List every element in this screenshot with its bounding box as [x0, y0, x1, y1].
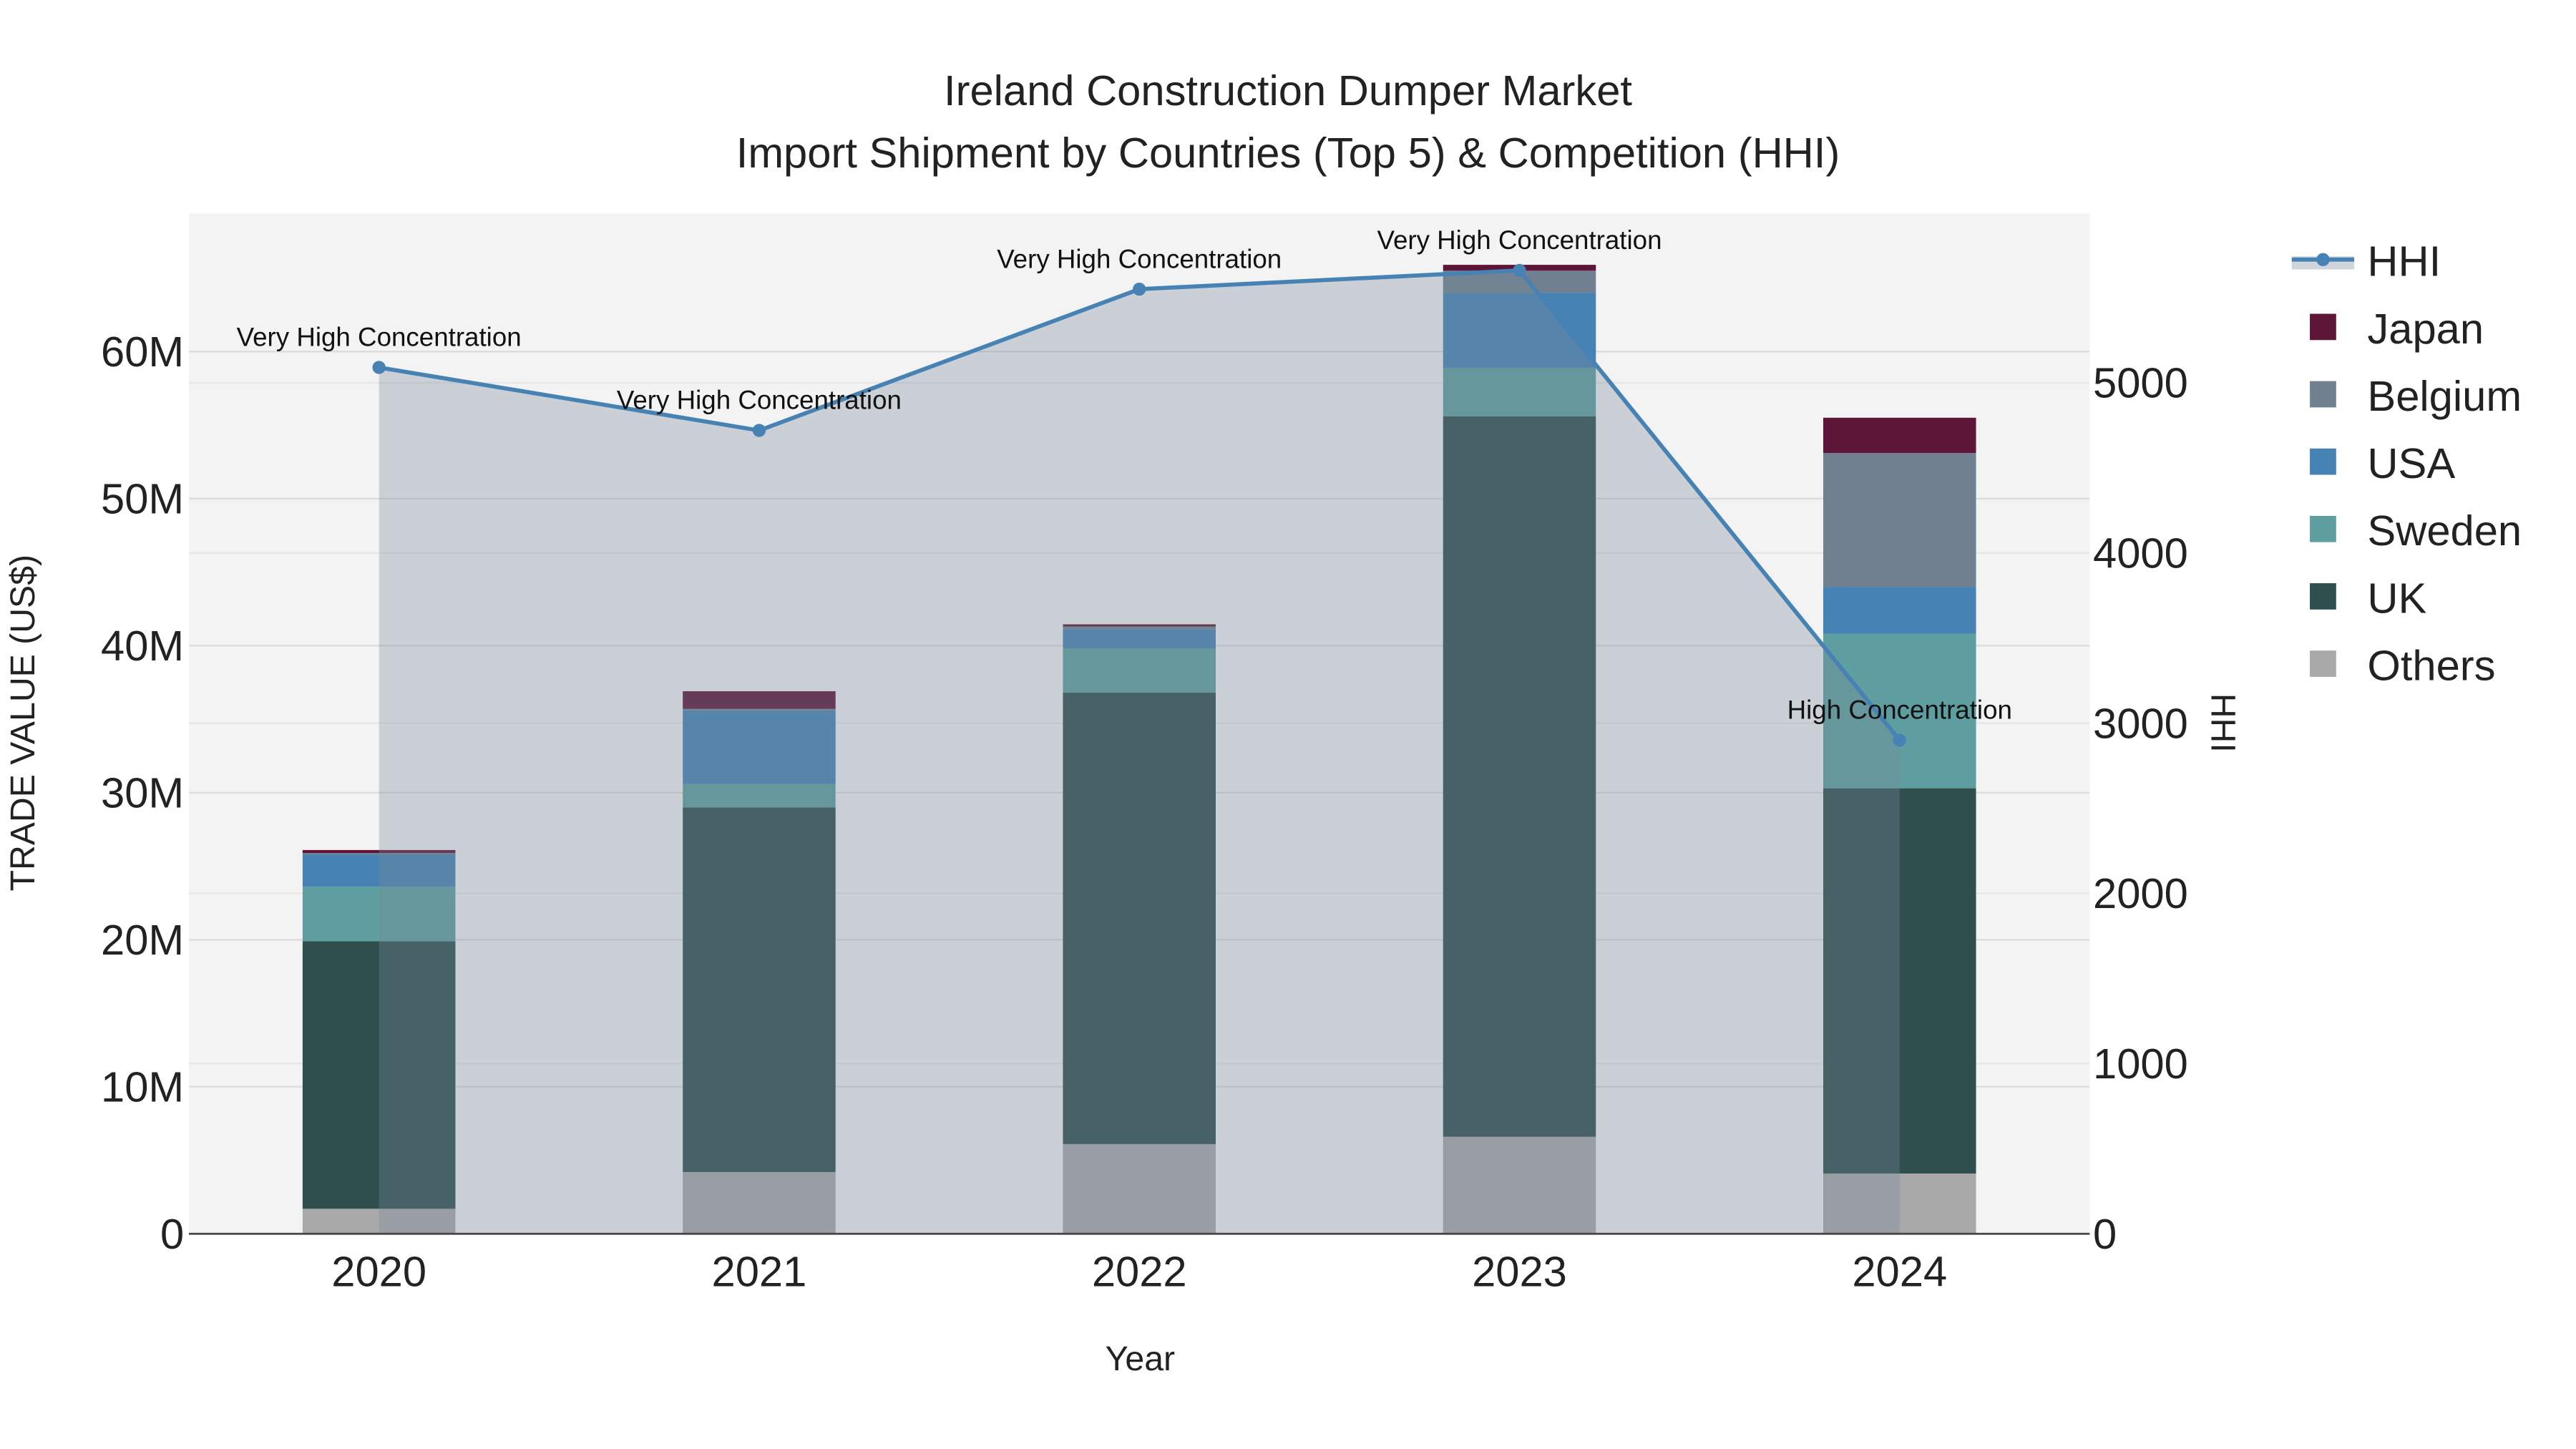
legend-label-others: Others: [2367, 642, 2495, 690]
y2-tick-label: 3000: [2093, 699, 2188, 747]
hhi-annotation: Very High Concentration: [617, 386, 902, 415]
hhi-point-2022: [1133, 282, 1146, 296]
hhi-point-2020: [372, 361, 386, 374]
legend-label-belgium: Belgium: [2367, 372, 2522, 420]
legend-label-sweden: Sweden: [2367, 507, 2522, 555]
hhi-annotation: Very High Concentration: [1377, 225, 1662, 255]
legend-label-usa: USA: [2367, 439, 2455, 487]
x-tick-label: 2022: [1092, 1248, 1187, 1296]
x-tick-label: 2024: [1852, 1248, 1947, 1296]
legend-swatch-others: [2310, 650, 2336, 677]
legend-swatch-japan: [2310, 313, 2336, 341]
legend-label-japan: Japan: [2367, 305, 2484, 353]
y2-tick-label: 2000: [2093, 869, 2188, 917]
y2-tick-label: 5000: [2093, 359, 2188, 407]
y-tick-label: 0: [160, 1210, 184, 1258]
y-tick-label: 20M: [101, 916, 184, 964]
hhi-annotation: Very High Concentration: [997, 244, 1282, 273]
legend-label-hhi: HHI: [2367, 238, 2441, 286]
legend-label-uk: UK: [2367, 574, 2426, 622]
chart-title: Ireland Construction Dumper Market: [944, 67, 1632, 114]
y2-axis-title: HHI: [2203, 693, 2242, 753]
bar-japan-2024: [1823, 417, 1976, 454]
bar-belgium-2024: [1823, 453, 1976, 587]
legend-swatch-belgium: [2310, 381, 2336, 408]
chart: Very High Concentration Very High Concent…: [0, 0, 2576, 1449]
hhi-point-2024: [1893, 733, 1906, 747]
y2-tick-label: 1000: [2093, 1040, 2188, 1088]
hhi-point-2021: [752, 424, 766, 437]
bar-usa-2024: [1823, 587, 1976, 634]
legend-swatch-uk: [2310, 583, 2336, 610]
x-tick-label: 2023: [1472, 1248, 1567, 1296]
x-tick-label: 2020: [331, 1248, 426, 1296]
y-tick-label: 10M: [101, 1063, 184, 1111]
hhi-annotation: Very High Concentration: [237, 323, 522, 352]
y2-tick-label: 0: [2093, 1210, 2117, 1258]
y-axis-title: TRADE VALUE (US$): [4, 555, 42, 892]
y2-tick-label: 4000: [2093, 529, 2188, 577]
legend-swatch-usa: [2310, 448, 2336, 475]
hhi-annotation: High Concentration: [1787, 696, 2012, 725]
y-tick-label: 60M: [101, 328, 184, 376]
y-tick-label: 40M: [101, 622, 184, 670]
chart-subtitle: Import Shipment by Countries (Top 5) & C…: [736, 129, 1840, 177]
y-tick-label: 50M: [101, 474, 184, 522]
x-tick-label: 2021: [712, 1248, 807, 1296]
hhi-point-2023: [1513, 263, 1526, 278]
y-tick-label: 30M: [101, 769, 184, 816]
legend-swatch-hhi-marker: [2316, 253, 2330, 266]
x-axis-title: Year: [1106, 1340, 1175, 1378]
legend-swatch-sweden: [2310, 515, 2336, 542]
